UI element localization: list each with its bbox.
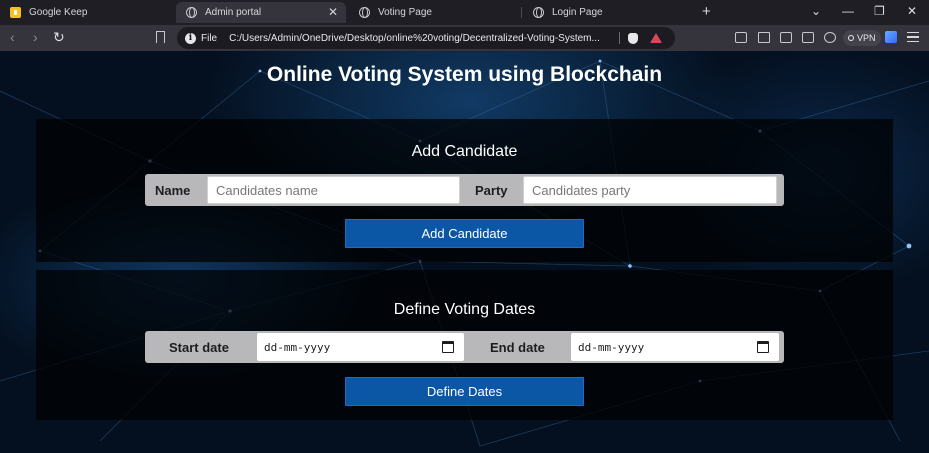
wallet-panel-icon[interactable] (802, 32, 814, 43)
globe-icon (359, 7, 370, 18)
calendar-icon[interactable] (757, 341, 769, 353)
tab-label: Google Keep (29, 7, 88, 18)
name-label: Name (155, 183, 191, 198)
extensions-icon[interactable] (735, 32, 747, 43)
add-candidate-heading: Add Candidate (411, 143, 518, 160)
start-date-value: dd-mm-yyyy (264, 340, 331, 354)
info-icon[interactable]: i (185, 32, 196, 44)
end-date-input[interactable]: dd-mm-yyyy (571, 333, 779, 361)
define-dates-button[interactable]: Define Dates (345, 377, 584, 406)
end-date-value: dd-mm-yyyy (578, 340, 645, 354)
tab-admin-portal[interactable]: Admin portal ✕ (176, 2, 346, 23)
vpn-button[interactable]: VPN (843, 30, 881, 46)
brave-shields-icon[interactable] (628, 32, 639, 44)
download-icon[interactable] (758, 32, 770, 43)
globe-icon (533, 7, 544, 18)
bookmark-icon[interactable] (156, 31, 165, 43)
tab-google-keep[interactable]: Google Keep (0, 2, 170, 23)
address-bar[interactable]: i File C:/Users/Admin/OneDrive/Desktop/o… (177, 27, 675, 49)
leo-ai-icon[interactable] (824, 32, 836, 43)
candidate-name-input[interactable] (207, 176, 460, 204)
maximize-button[interactable]: ❐ (874, 4, 885, 18)
define-dates-heading: Define Voting Dates (393, 301, 536, 318)
sidebar-icon[interactable] (780, 32, 792, 43)
start-date-label: Start date (169, 340, 229, 355)
url-text[interactable]: C:/Users/Admin/OneDrive/Desktop/online%2… (229, 33, 613, 44)
scheme-label: File (201, 32, 218, 44)
tab-label: Login Page (552, 7, 603, 18)
tab-label: Voting Page (378, 7, 432, 18)
browser-toolbar: ‹ › ↻ i File C:/Users/Admin/OneDrive/Des… (0, 25, 929, 51)
dates-form-row: Start date dd-mm-yyyy End date dd-mm-yyy… (145, 331, 784, 363)
close-window-button[interactable]: ✕ (907, 4, 917, 18)
calendar-icon[interactable] (442, 341, 454, 353)
tab-divider (521, 7, 522, 18)
party-label: Party (475, 183, 508, 198)
back-arrow-icon[interactable]: ‹ (10, 29, 15, 45)
admin-portal-page: Online Voting System using Blockchain Ad… (0, 51, 929, 453)
add-candidate-button[interactable]: Add Candidate (345, 219, 584, 248)
address-bar-divider (619, 32, 621, 44)
add-candidate-panel: Add Candidate Name Party Add Candidate (36, 119, 893, 262)
end-date-label: End date (490, 340, 545, 355)
google-keep-icon (10, 7, 21, 18)
brave-rewards-icon[interactable] (650, 33, 663, 43)
tab-strip: Google Keep Admin portal ✕ Voting Page L… (0, 0, 929, 25)
forward-arrow-icon[interactable]: › (33, 29, 38, 45)
brave-wallet-icon[interactable] (885, 31, 897, 43)
candidate-form-row: Name Party (145, 174, 784, 206)
candidate-party-input[interactable] (523, 176, 777, 204)
minimize-button[interactable]: — (842, 4, 854, 18)
reload-icon[interactable]: ↻ (53, 29, 65, 45)
tab-search-chevron-icon[interactable]: ⌄ (811, 4, 821, 18)
start-date-input[interactable]: dd-mm-yyyy (257, 333, 464, 361)
tab-label: Admin portal (205, 7, 262, 18)
tab-voting-page[interactable]: Voting Page (349, 2, 519, 23)
tab-login-page[interactable]: Login Page (523, 2, 693, 23)
define-dates-panel: Define Voting Dates Start date dd-mm-yyy… (36, 270, 893, 420)
menu-icon[interactable] (907, 32, 919, 42)
vpn-icon (848, 35, 854, 41)
close-tab-icon[interactable]: ✕ (328, 6, 338, 18)
page-title: Online Voting System using Blockchain (266, 63, 663, 86)
new-tab-button[interactable]: + (702, 4, 711, 19)
vpn-label: VPN (857, 33, 876, 43)
globe-icon (186, 7, 197, 18)
